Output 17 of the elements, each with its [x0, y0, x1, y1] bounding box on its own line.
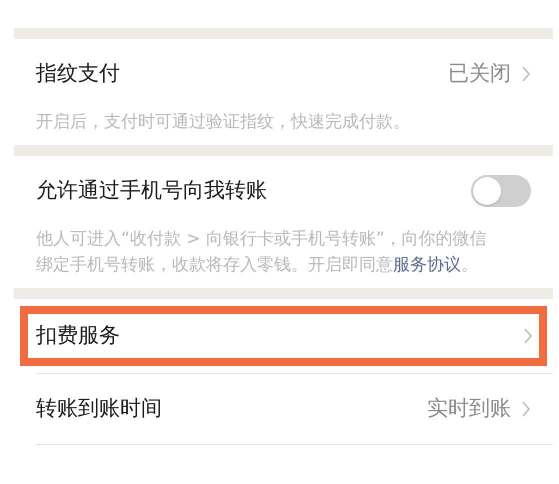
setting-label: 允许通过手机号向我转账: [36, 177, 267, 204]
chevron-icon: [523, 327, 533, 345]
menu-item[interactable]: 扣费服务: [24, 310, 543, 362]
setting-value: 已关闭: [448, 60, 511, 88]
setting-description: 开启后，支付时可通过验证指纹，快速完成付款。: [35, 111, 411, 134]
chevron-icon: [521, 400, 531, 418]
toggle-switch[interactable]: [471, 175, 531, 207]
setting-label: 指纹支付: [36, 60, 120, 88]
setting-value: 实时到账: [427, 395, 511, 422]
setting-row[interactable]: 允许通过手机号向我转账: [14, 156, 553, 226]
service-agreement-link[interactable]: 服务协议: [393, 255, 461, 275]
setting-label: 扣费服务: [36, 322, 120, 350]
setting-label: 转账到账时间: [36, 395, 162, 422]
menu-item[interactable]: 指纹支付 已关闭: [14, 39, 553, 109]
setting-description: 他人可进入“收付款 > 向银行卡或手机号转账”，向你的微信绑定手机号转账，收款将存入零钱。开启即同意服务协议。: [35, 228, 488, 277]
chevron-icon: [521, 65, 531, 83]
menu-item[interactable]: 转账到账时间 实时到账: [14, 374, 553, 444]
